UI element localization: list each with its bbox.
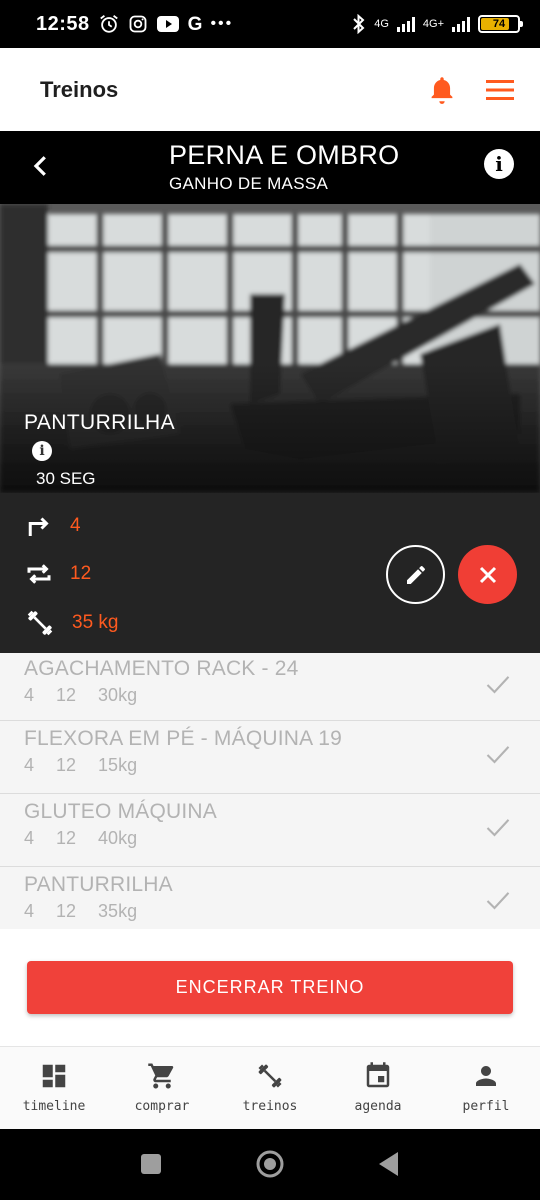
- nav-label: perfil: [462, 1099, 510, 1114]
- exercise-item-reps: 12: [56, 685, 77, 705]
- nav-item-treinos[interactable]: treinos: [216, 1047, 324, 1129]
- exercise-item-sets: 4: [24, 901, 35, 921]
- exercise-item-reps: 12: [56, 901, 77, 921]
- edit-exercise-button[interactable]: [386, 545, 445, 604]
- exercise-item-sets: 4: [24, 685, 35, 705]
- status-indicators: 4G 4G+ 74: [352, 14, 523, 34]
- nav-item-perfil[interactable]: perfil: [432, 1047, 540, 1129]
- exercise-item-name: GLUTEO MÁQUINA: [24, 800, 217, 823]
- square-icon: [141, 1154, 161, 1174]
- google-icon: G: [187, 13, 203, 35]
- dumbbell-icon: [258, 1064, 282, 1088]
- exercise-info-icon[interactable]: i: [32, 441, 52, 461]
- signal-icon-1: [396, 16, 415, 32]
- info-icon: i: [484, 149, 514, 179]
- hamburger-menu-icon: [486, 79, 514, 100]
- nav-label: treinos: [242, 1099, 298, 1114]
- signal-icon-2: [452, 16, 470, 32]
- check-icon: [486, 676, 510, 694]
- exercise-image: PANTURRILHA i 30 SEG: [0, 204, 540, 493]
- cart-icon: [148, 1063, 174, 1089]
- list-item[interactable]: PANTURRILHA 4 12 35kg: [0, 867, 540, 929]
- sets-arrow-icon: [28, 517, 49, 536]
- dumbbell-icon: [27, 610, 53, 636]
- app-header: Treinos: [0, 48, 540, 131]
- check-icon: [486, 892, 510, 910]
- exercise-item-reps: 12: [56, 755, 77, 775]
- triangle-back-icon: [379, 1152, 398, 1176]
- workout-header: PERNA E OMBRO GANHO DE MASSA i: [0, 131, 540, 204]
- calendar-icon: [366, 1062, 390, 1088]
- network-type-1: 4G: [374, 18, 389, 30]
- check-icon: [486, 746, 510, 764]
- page-title: Treinos: [40, 76, 119, 102]
- sets-value: 4: [70, 515, 81, 536]
- workout-goal: GANHO DE MASSA: [169, 174, 329, 193]
- exercise-item-reps: 12: [56, 828, 77, 848]
- nav-item-timeline[interactable]: timeline: [0, 1047, 108, 1129]
- pencil-icon: [406, 565, 425, 584]
- more-icon: •••: [210, 15, 234, 32]
- sets-row: 4: [24, 511, 81, 541]
- system-navigation-bar: [0, 1129, 540, 1200]
- exercise-item-sets: 4: [24, 828, 35, 848]
- battery-level: 74: [492, 18, 506, 30]
- instagram-icon: [129, 15, 147, 33]
- nav-label: comprar: [134, 1099, 190, 1114]
- list-item[interactable]: AGACHAMENTO RACK - 24 4 12 30kg: [0, 653, 540, 721]
- exercise-item-weight: 30kg: [98, 685, 138, 705]
- dashboard-icon: [42, 1064, 66, 1088]
- exercise-item-name: FLEXORA EM PÉ - MÁQUINA 19: [24, 727, 342, 750]
- end-workout-button[interactable]: ENCERRAR TREINO: [27, 961, 513, 1014]
- weight-value: 35 kg: [72, 612, 119, 633]
- battery-icon: 74: [478, 15, 523, 33]
- close-icon: [479, 566, 496, 583]
- status-time: 12:58: [36, 12, 90, 35]
- exercise-item-name: PANTURRILHA: [24, 873, 173, 896]
- person-icon: [476, 1066, 496, 1086]
- completed-exercise-list: AGACHAMENTO RACK - 24 4 12 30kg FLEXORA …: [0, 653, 540, 929]
- alarm-icon: [99, 15, 118, 33]
- back-button[interactable]: [26, 151, 56, 181]
- exercise-item-weight: 35kg: [98, 901, 138, 921]
- system-back-button[interactable]: [376, 1150, 400, 1183]
- exercise-item-sets: 4: [24, 755, 35, 775]
- nav-label: agenda: [354, 1099, 402, 1114]
- bottom-navigation: timeline comprar treinos agenda perfil: [0, 1046, 540, 1129]
- nav-label: timeline: [22, 1099, 86, 1114]
- exercise-rest-time: 30 SEG: [36, 469, 96, 488]
- exercise-details-panel: 4 12 35 kg: [0, 493, 540, 653]
- recent-apps-button[interactable]: [140, 1153, 162, 1180]
- exercise-item-name: AGACHAMENTO RACK - 24: [24, 657, 299, 680]
- nav-item-agenda[interactable]: agenda: [324, 1047, 432, 1129]
- status-bar: 12:58 G ••• 4G 4G+ 74: [0, 0, 540, 48]
- check-icon: [486, 819, 510, 837]
- repeat-icon: [27, 564, 51, 584]
- home-button[interactable]: [255, 1149, 285, 1184]
- list-item[interactable]: GLUTEO MÁQUINA 4 12 40kg: [0, 794, 540, 867]
- nav-item-comprar[interactable]: comprar: [108, 1047, 216, 1129]
- reps-row: 12: [24, 559, 91, 589]
- gym-background-image: [0, 204, 540, 493]
- reps-value: 12: [70, 563, 92, 584]
- workout-name: PERNA E OMBRO: [169, 140, 400, 170]
- remove-exercise-button[interactable]: [458, 545, 517, 604]
- menu-button[interactable]: [486, 79, 514, 101]
- notifications-button[interactable]: [428, 75, 456, 105]
- exercise-item-weight: 40kg: [98, 828, 138, 848]
- bell-icon: [431, 76, 453, 104]
- network-type-2: 4G+: [422, 18, 444, 30]
- home-circle-icon: [256, 1150, 284, 1178]
- workout-info-button[interactable]: i: [484, 149, 514, 179]
- bluetooth-icon: [353, 14, 365, 34]
- weight-row: 35 kg: [24, 607, 118, 639]
- exercise-name: PANTURRILHA: [24, 411, 176, 434]
- status-app-icons: G •••: [98, 13, 234, 35]
- chevron-left-icon: [33, 156, 46, 176]
- exercise-item-weight: 15kg: [98, 755, 138, 775]
- list-item[interactable]: FLEXORA EM PÉ - MÁQUINA 19 4 12 15kg: [0, 721, 540, 794]
- youtube-icon: [156, 16, 179, 32]
